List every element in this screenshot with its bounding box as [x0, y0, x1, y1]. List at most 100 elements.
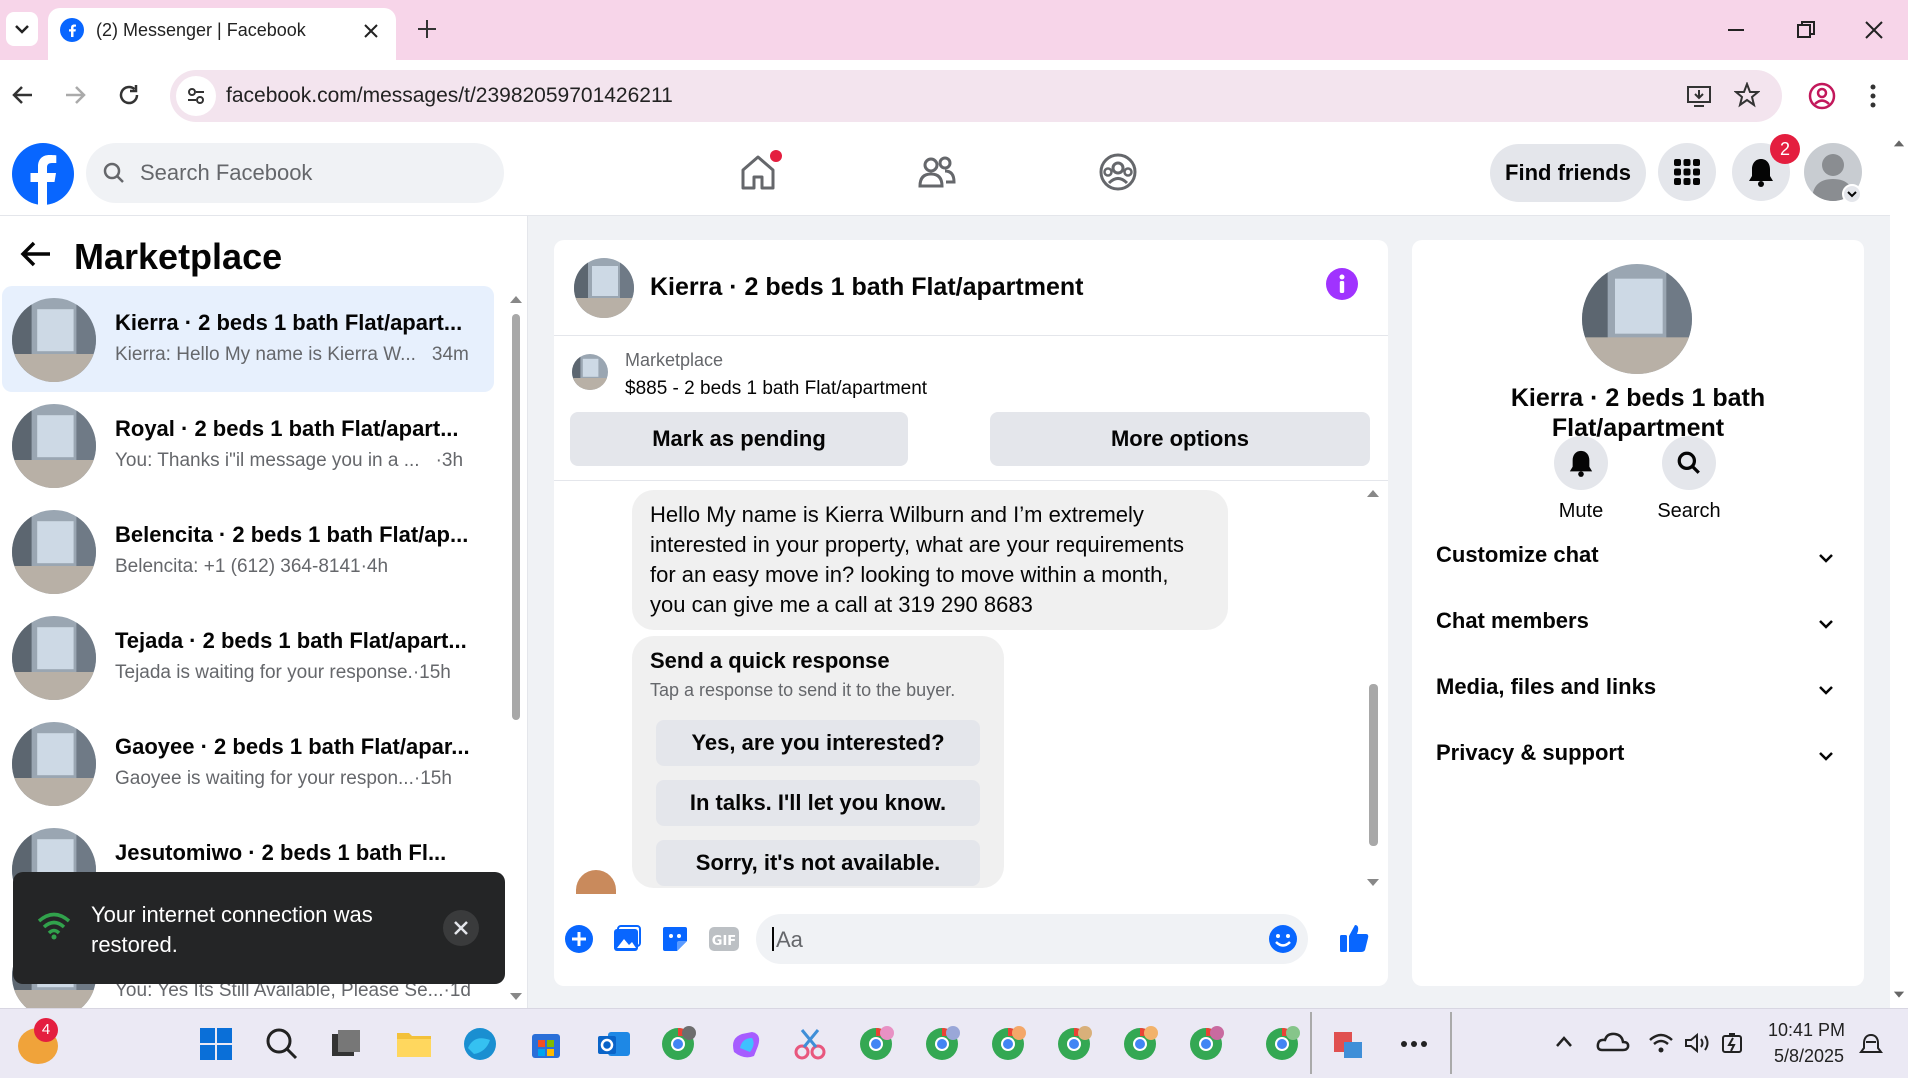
- page-scrollbar-track[interactable]: [1890, 130, 1908, 1008]
- scroll-up-icon[interactable]: [1893, 138, 1905, 148]
- restore-icon[interactable]: [1796, 20, 1816, 40]
- conversation-item[interactable]: Kierra · 2 beds 1 bath Flat/apart... Kier…: [2, 286, 494, 392]
- facebook-logo-icon[interactable]: [12, 143, 74, 205]
- listing-thumbnail[interactable]: [572, 354, 608, 390]
- conversation-name: Jesutomiwo · 2 beds 1 bath Fl...: [115, 840, 447, 865]
- gif-icon[interactable]: GIF: [708, 924, 740, 954]
- browser-menu-icon[interactable]: [1868, 82, 1878, 110]
- edge-browser-icon[interactable]: [460, 1024, 500, 1064]
- sender-avatar[interactable]: [576, 870, 616, 894]
- network-icon[interactable]: [1648, 1032, 1674, 1054]
- message-input[interactable]: Aa: [756, 914, 1308, 964]
- menu-button[interactable]: [1658, 143, 1716, 201]
- friends-icon[interactable]: [918, 154, 956, 190]
- outlook-icon[interactable]: [594, 1024, 634, 1064]
- snipping-tool-icon[interactable]: [790, 1024, 830, 1064]
- search-conversation-button[interactable]: [1662, 436, 1716, 490]
- find-friends-button[interactable]: Find friends: [1490, 144, 1646, 202]
- window-close-icon[interactable]: [1864, 20, 1884, 40]
- chrome-profile-icon[interactable]: [988, 1024, 1028, 1064]
- forward-icon[interactable]: [62, 82, 88, 108]
- taskbar-search-icon[interactable]: [262, 1024, 302, 1064]
- conversation-item[interactable]: Gaoyee · 2 beds 1 bath Flat/apar... Gaoye…: [2, 710, 494, 816]
- battery-icon[interactable]: [1720, 1030, 1746, 1056]
- plus-circle-icon[interactable]: [564, 924, 594, 954]
- chrome-profile-icon[interactable]: [856, 1024, 896, 1064]
- url-bar[interactable]: facebook.com/messages/t/2398205970142621…: [170, 70, 1782, 122]
- sidebar-scrollbar-thumb[interactable]: [512, 314, 520, 720]
- notification-center-icon[interactable]: [1858, 1032, 1884, 1058]
- new-tab-icon[interactable]: [416, 18, 438, 40]
- details-avatar[interactable]: [1582, 264, 1692, 374]
- chrome-profile-icon[interactable]: [1054, 1024, 1094, 1064]
- scroll-up-icon[interactable]: [1366, 488, 1380, 498]
- back-arrow-icon[interactable]: [20, 240, 52, 268]
- account-dropdown[interactable]: [1842, 184, 1862, 204]
- close-tab-icon[interactable]: [362, 22, 380, 40]
- quick-response-in-talks[interactable]: In talks. I'll let you know.: [656, 780, 980, 826]
- chrome-profile-icon[interactable]: [1120, 1024, 1160, 1064]
- tab-list-button[interactable]: [6, 12, 38, 46]
- details-title-line2: Flat/apartment: [1551, 414, 1725, 442]
- customize-chat-section[interactable]: Customize chat: [1436, 542, 1840, 582]
- section-label: Customize chat: [1436, 542, 1599, 567]
- scroll-down-icon[interactable]: [509, 992, 523, 1002]
- toast-close-button[interactable]: [443, 910, 479, 946]
- chat-members-section[interactable]: Chat members: [1436, 608, 1840, 648]
- groups-icon[interactable]: [1098, 152, 1138, 192]
- chrome-profile-icon[interactable]: [658, 1024, 698, 1064]
- like-icon[interactable]: [1338, 922, 1370, 954]
- nav-home[interactable]: [738, 150, 782, 192]
- conversation-thumbnail: [12, 722, 96, 806]
- snippet-text: Tejada is waiting for your response.: [115, 662, 413, 683]
- conversation-name: Royal · 2 beds 1 bath Flat/apart...: [115, 416, 459, 441]
- listing-title[interactable]: $885 - 2 beds 1 bath Flat/apartment: [625, 378, 927, 400]
- pinned-app-icon[interactable]: [1328, 1024, 1368, 1064]
- reload-icon[interactable]: [116, 82, 142, 108]
- more-options-button[interactable]: More options: [990, 412, 1370, 466]
- media-files-links-section[interactable]: Media, files and links: [1436, 674, 1840, 714]
- file-explorer-icon[interactable]: [394, 1024, 434, 1064]
- clock-time[interactable]: 10:41 PM: [1768, 1020, 1845, 1041]
- chevron-up-icon[interactable]: [1554, 1034, 1574, 1050]
- chrome-profile-icon[interactable]: [1262, 1024, 1302, 1064]
- messages-scrollbar-thumb[interactable]: [1369, 684, 1378, 846]
- conversation-name: Tejada · 2 beds 1 bath Flat/apart...: [115, 628, 467, 653]
- conversation-item[interactable]: Royal · 2 beds 1 bath Flat/apart... You: …: [2, 392, 494, 498]
- sticker-icon[interactable]: [660, 924, 690, 954]
- conversation-item[interactable]: Belencita · 2 beds 1 bath Flat/ap... Bele…: [2, 498, 494, 604]
- scroll-up-icon[interactable]: [509, 294, 523, 304]
- emoji-icon[interactable]: [1268, 924, 1298, 954]
- windows-start-icon[interactable]: [196, 1024, 236, 1064]
- mark-pending-button[interactable]: Mark as pending: [570, 412, 908, 466]
- chat-info-button[interactable]: [1326, 268, 1358, 300]
- privacy-support-section[interactable]: Privacy & support: [1436, 740, 1840, 780]
- install-app-icon[interactable]: [1686, 84, 1712, 108]
- site-info-button[interactable]: [176, 76, 216, 116]
- facebook-search-box[interactable]: Search Facebook: [86, 143, 504, 203]
- minimize-icon[interactable]: [1726, 20, 1746, 40]
- photo-icon[interactable]: [612, 924, 642, 954]
- bookmark-star-icon[interactable]: [1734, 82, 1760, 108]
- chrome-profile-icon[interactable]: [922, 1024, 962, 1064]
- onedrive-icon[interactable]: [1596, 1030, 1630, 1054]
- mute-button[interactable]: [1554, 436, 1608, 490]
- quick-response-yes[interactable]: Yes, are you interested?: [656, 720, 980, 766]
- quick-response-not-available[interactable]: Sorry, it's not available.: [656, 840, 980, 886]
- copilot-icon[interactable]: [726, 1024, 766, 1064]
- back-icon[interactable]: [10, 82, 36, 108]
- chat-title: Kierra · 2 beds 1 bath Flat/apartment: [650, 273, 1084, 301]
- volume-icon[interactable]: [1684, 1032, 1712, 1054]
- conversation-item[interactable]: Tejada · 2 beds 1 bath Flat/apart... Teja…: [2, 604, 494, 710]
- profile-icon[interactable]: [1808, 82, 1836, 110]
- scroll-down-icon[interactable]: [1893, 990, 1905, 1000]
- more-apps-icon[interactable]: [1394, 1024, 1434, 1064]
- clock-date[interactable]: 5/8/2025: [1774, 1046, 1844, 1067]
- browser-tab[interactable]: (2) Messenger | Facebook: [48, 8, 396, 60]
- conversation-time: 34m: [431, 344, 469, 365]
- microsoft-store-icon[interactable]: [526, 1024, 566, 1064]
- scroll-down-icon[interactable]: [1366, 878, 1380, 888]
- chat-avatar[interactable]: [574, 258, 634, 318]
- task-view-icon[interactable]: [326, 1024, 366, 1064]
- chrome-profile-icon[interactable]: [1186, 1024, 1226, 1064]
